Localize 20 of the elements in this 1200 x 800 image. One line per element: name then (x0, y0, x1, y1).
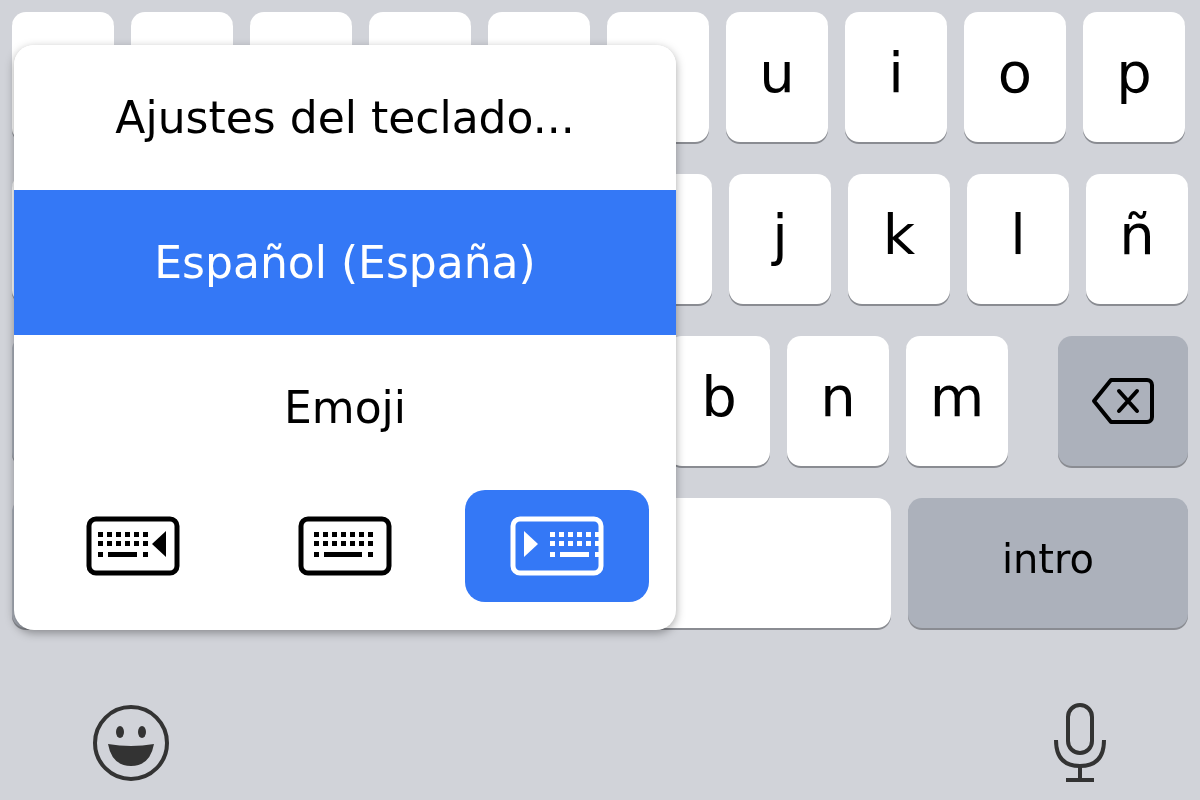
keyboard-key[interactable]: j (729, 174, 831, 304)
keyboard-key[interactable]: p (1083, 12, 1185, 142)
delete-icon (1091, 376, 1155, 426)
keyboard-icon (298, 516, 392, 576)
keyboard-key[interactable]: n (787, 336, 889, 466)
menu-item[interactable]: Español (España) (14, 190, 676, 335)
delete-key[interactable] (1058, 336, 1188, 466)
keyboard-key[interactable]: u (726, 12, 828, 142)
menu-item[interactable]: Ajustes del teclado... (14, 45, 676, 190)
keyboard-key[interactable]: intro (908, 498, 1188, 628)
menu-item[interactable]: Emoji (14, 335, 676, 480)
keyboard-key[interactable]: k (848, 174, 950, 304)
keyboard-key[interactable]: l (967, 174, 1069, 304)
keyboard-icon (510, 516, 604, 576)
emoji-icon[interactable] (92, 704, 170, 782)
keyboard-icon (86, 516, 180, 576)
keyboard-key[interactable]: m (906, 336, 1008, 466)
keyboard-key[interactable]: ñ (1086, 174, 1188, 304)
keyboard-key[interactable]: o (964, 12, 1066, 142)
keyboard-key[interactable]: i (845, 12, 947, 142)
